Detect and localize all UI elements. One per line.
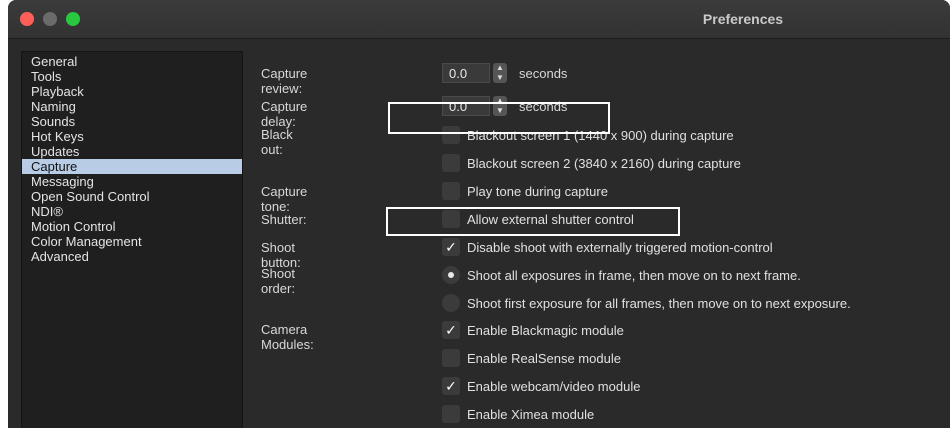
radio-selected-dot — [448, 272, 454, 278]
shoot-first-exposure-radio[interactable] — [442, 294, 460, 312]
maximize-window-button[interactable] — [66, 12, 80, 26]
webcam-module-checkbox[interactable]: ✓ — [442, 377, 460, 395]
close-window-button[interactable] — [20, 12, 34, 26]
sidebar-item-naming[interactable]: Naming — [22, 99, 242, 114]
camera-modules-label: Camera Modules: — [261, 322, 314, 352]
checkmark-icon: ✓ — [445, 322, 457, 338]
sidebar-item-updates[interactable]: Updates — [22, 144, 242, 159]
blackout-screen-2-label: Blackout screen 2 (3840 x 2160) during c… — [467, 156, 741, 171]
checkmark-icon: ✓ — [445, 378, 457, 394]
capture-review-unit: seconds — [519, 66, 568, 81]
shoot-order-label: Shoot order: — [261, 266, 295, 296]
play-tone-label: Play tone during capture — [467, 184, 608, 199]
ximea-module-label: Enable Ximea module — [467, 407, 595, 422]
disable-shoot-checkbox[interactable]: ✓ — [442, 238, 460, 256]
capture-tone-label: Capture tone: — [261, 184, 308, 214]
highlight-box-shutter — [386, 207, 680, 236]
sidebar-item-messaging[interactable]: Messaging — [22, 174, 242, 189]
sidebar-item-advanced[interactable]: Advanced — [22, 249, 242, 264]
stepper-down-icon: ▼ — [496, 73, 504, 82]
blackout-screen-2-checkbox[interactable] — [442, 154, 460, 172]
capture-review-stepper[interactable]: ▲ ▼ — [493, 63, 507, 83]
capture-review-field[interactable]: 0.0 — [442, 63, 490, 83]
black-out-label: Black out: — [261, 127, 293, 157]
blackmagic-module-label: Enable Blackmagic module — [467, 323, 624, 338]
shoot-all-exposures-radio[interactable] — [442, 266, 460, 284]
minimize-window-button[interactable] — [43, 12, 57, 26]
checkmark-icon: ✓ — [445, 239, 457, 255]
preferences-sidebar: General Tools Playback Naming Sounds Hot… — [21, 51, 243, 428]
shoot-first-exposure-label: Shoot first exposure for all frames, the… — [467, 296, 851, 311]
sidebar-item-ndi[interactable]: NDI® — [22, 204, 242, 219]
highlight-box-capture-delay — [388, 102, 610, 134]
realsense-module-checkbox[interactable] — [442, 349, 460, 367]
play-tone-checkbox[interactable] — [442, 182, 460, 200]
disable-shoot-label: Disable shoot with externally triggered … — [467, 240, 773, 255]
sidebar-item-sounds[interactable]: Sounds — [22, 114, 242, 129]
sidebar-item-open-sound-control[interactable]: Open Sound Control — [22, 189, 242, 204]
sidebar-item-capture[interactable]: Capture — [22, 159, 242, 174]
blackmagic-module-checkbox[interactable]: ✓ — [442, 321, 460, 339]
window-title: Preferences — [702, 11, 784, 27]
capture-review-label: Capture review: — [261, 66, 308, 96]
sidebar-item-color-management[interactable]: Color Management — [22, 234, 242, 249]
sidebar-item-motion-control[interactable]: Motion Control — [22, 219, 242, 234]
title-bar: Preferences — [8, 0, 950, 39]
shoot-all-exposures-label: Shoot all exposures in frame, then move … — [467, 268, 801, 283]
webcam-module-label: Enable webcam/video module — [467, 379, 641, 394]
ximea-module-checkbox[interactable] — [442, 405, 460, 423]
realsense-module-label: Enable RealSense module — [467, 351, 621, 366]
sidebar-item-playback[interactable]: Playback — [22, 84, 242, 99]
shutter-label: Shutter: — [261, 212, 307, 227]
sidebar-item-tools[interactable]: Tools — [22, 69, 242, 84]
sidebar-item-hot-keys[interactable]: Hot Keys — [22, 129, 242, 144]
stepper-up-icon: ▲ — [496, 63, 504, 72]
capture-delay-label: Capture delay: — [261, 99, 308, 129]
sidebar-item-general[interactable]: General — [22, 54, 242, 69]
